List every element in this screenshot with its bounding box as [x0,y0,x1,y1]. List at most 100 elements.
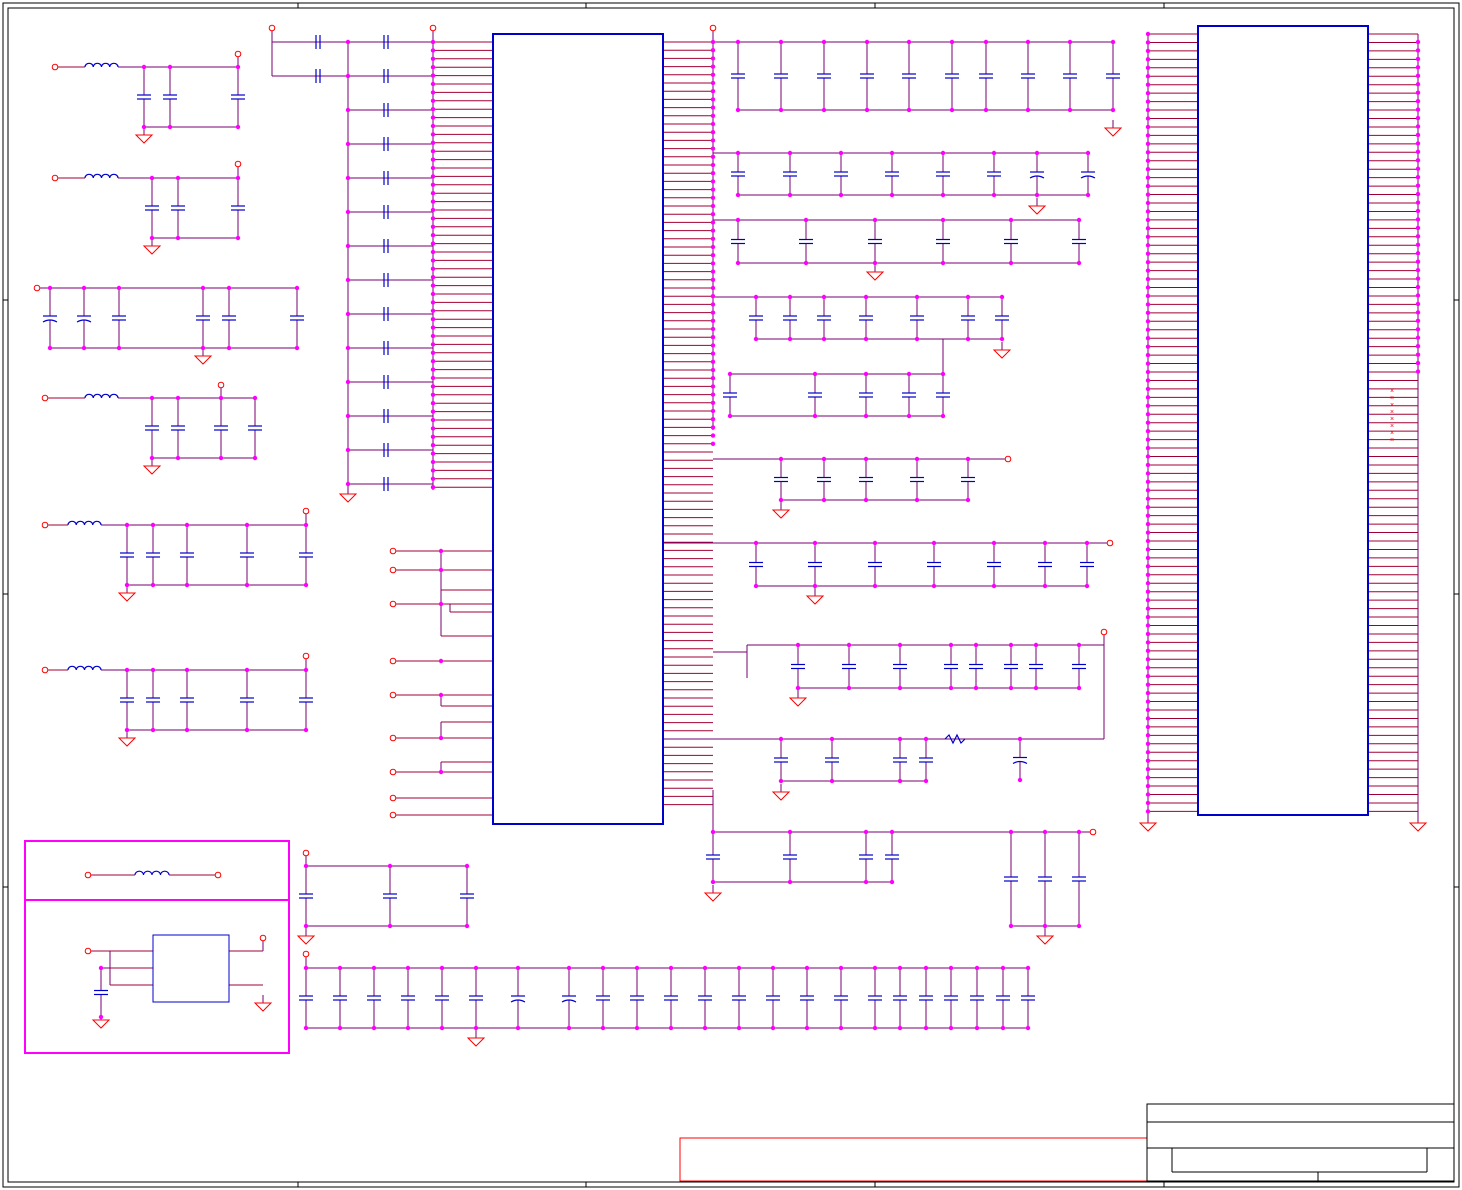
junction-dot [430,233,436,238]
junction-dot [897,642,903,648]
junction-dot [863,497,869,503]
junction-dot [821,456,827,462]
junction-dot [838,192,844,198]
junction-dot [430,384,436,389]
junction-dot [787,829,793,835]
junction-dot [244,727,250,733]
power-port-icon [41,666,49,674]
junction-dot [710,195,716,200]
junction-dot [897,965,903,971]
junction-dot [710,879,716,885]
junction-dot [821,107,827,113]
junction-dot [1145,462,1151,468]
junction-dot [473,965,479,971]
junction-dot [710,351,716,356]
junction-dot [98,1014,104,1020]
junction-dot [829,778,835,784]
junction-dot [778,778,784,784]
junction-dot [829,736,835,742]
junction-dot [438,769,444,775]
junction-dot [1017,736,1023,742]
no-connect-icon: × [1390,423,1394,430]
junction-dot [787,294,793,300]
junction-dot [787,150,793,156]
junction-dot [1415,158,1421,163]
junction-dot [345,141,351,147]
junction-dot [430,216,436,221]
junction-dot [803,217,809,223]
ground-icon [117,737,137,747]
junction-dot [464,923,470,929]
junction-dot [1145,74,1151,79]
junction-dot [303,727,309,733]
junction-dot [1025,965,1031,971]
junction-dot [1145,733,1151,738]
junction-dot [430,182,436,187]
junction-dot [116,345,122,351]
junction-dot [710,130,716,135]
junction-dot [345,311,351,317]
no-connect-icon: × [1390,409,1394,416]
junction-dot [1145,614,1151,620]
junction-dot [1415,335,1421,340]
junction-dot [218,395,224,401]
junction-dot [872,583,878,589]
junction-dot [999,294,1005,300]
junction-dot [430,434,436,439]
junction-dot [430,367,436,372]
junction-dot [430,426,436,431]
junction-dot [345,345,351,351]
junction-dot [430,199,436,204]
junction-dot [1145,243,1151,248]
junction-dot [1145,48,1151,54]
power-port-icon [41,394,49,402]
junction-dot [430,333,436,339]
junction-dot [430,140,436,145]
junction-dot [184,667,190,673]
junction-dot [515,1025,521,1031]
junction-dot [1145,124,1151,130]
junction-dot [1145,758,1151,763]
junction-dot [438,735,444,741]
junction-dot [566,965,572,971]
junction-dot [965,497,971,503]
junction-dot [710,64,716,69]
junction-dot [1415,284,1421,290]
junction-dot [864,39,870,45]
junction-dot [1145,716,1151,721]
junction-dot [906,107,912,113]
junction-dot [838,965,844,971]
junction-dot [1145,285,1151,290]
sheet-outer-border [2,2,1460,1188]
wires [37,28,1419,1029]
junction-dot [167,124,173,130]
junction-dot [872,1025,878,1031]
junction-dot [1415,82,1421,87]
junction-dot [345,447,351,453]
junction-dot [1145,352,1151,358]
junction-dot [430,241,436,246]
junction-dot [1415,293,1421,298]
ground-icon [805,595,825,605]
junction-dot [1145,310,1151,316]
junction-dot [991,192,997,198]
junction-dot [81,285,87,291]
junction-dot [430,325,436,330]
junction-dot [1415,369,1421,374]
ground-icon [703,892,723,902]
junction-dot [1076,217,1082,223]
junction-dot [438,567,444,573]
junction-dot [846,685,852,691]
no-connect-icon: × [1390,395,1394,402]
no-connect-icon: × [1390,402,1394,409]
junction-dot [149,175,155,181]
junction-dot [1145,437,1151,442]
junction-dot [1415,234,1421,239]
junction-dot [1145,445,1151,451]
junction-dot [345,39,351,45]
junction-dot [983,39,989,45]
junction-dot [1415,267,1421,273]
ground-icon [91,1019,111,1029]
junction-dot [710,441,716,446]
junction-dot [252,455,258,461]
